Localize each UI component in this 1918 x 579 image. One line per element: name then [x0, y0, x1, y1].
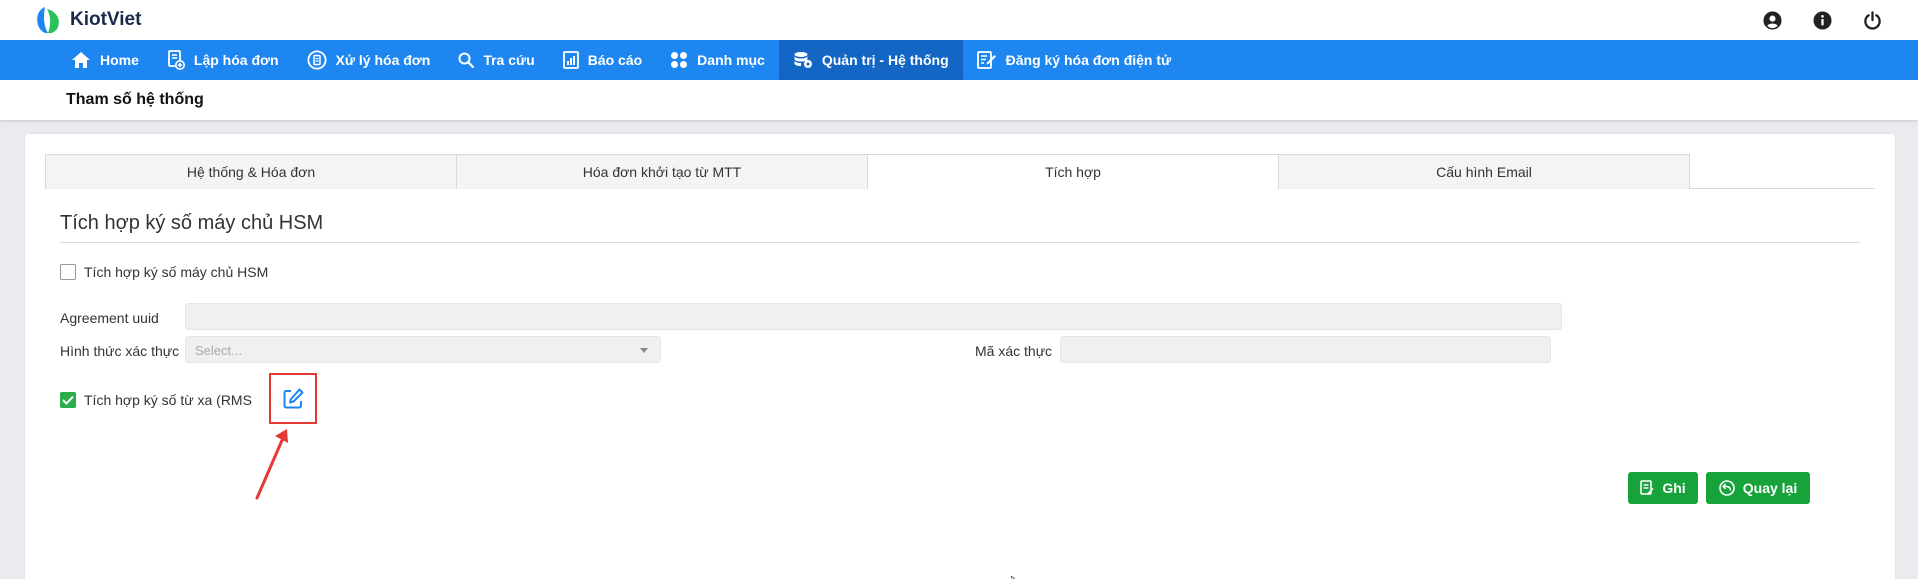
invoice-process-icon [307, 50, 327, 70]
rms-edit-button[interactable] [269, 373, 317, 424]
power-icon[interactable] [1860, 8, 1884, 32]
hsm-checkbox-label: Tích hợp ký số máy chủ HSM [84, 264, 269, 280]
back-button[interactable]: Quay lại [1706, 472, 1810, 504]
chevron-down-icon [640, 348, 648, 353]
user-circle-icon[interactable] [1760, 8, 1784, 32]
tab-integration[interactable]: Tích hợp [867, 154, 1279, 189]
section-divider [60, 242, 1860, 243]
auth-code-label: Mã xác thực [975, 343, 1053, 359]
kiotviet-logo-icon [34, 5, 64, 35]
save-button-label: Ghi [1662, 480, 1686, 496]
nav-lookup[interactable]: Tra cứu [444, 40, 548, 80]
save-doc-icon [1640, 480, 1654, 495]
nav-system-admin[interactable]: Quản trị - Hệ thống [778, 40, 963, 80]
home-icon [72, 52, 90, 68]
tab-email-config[interactable]: Cấu hình Email [1278, 154, 1690, 189]
brand-name: KiotViet [70, 9, 142, 30]
rms-checkbox-row: Tích hợp ký số từ xa (RMS [60, 392, 252, 408]
hsm-checkbox[interactable] [60, 264, 76, 280]
nav-reports[interactable]: Báo cáo [549, 40, 656, 80]
nav-home[interactable]: Home [57, 40, 153, 80]
page-title: Tham số hệ thống [66, 91, 204, 108]
nav-label: Quản trị - Hệ thống [821, 52, 949, 68]
auth-code-input[interactable] [1060, 336, 1551, 363]
auth-method-select[interactable]: Select... [185, 336, 661, 363]
invoice-add-icon [168, 50, 185, 70]
report-icon [562, 51, 579, 69]
page-header: Tham số hệ thống [0, 80, 1918, 120]
nav-label: Báo cáo [587, 52, 643, 68]
nav-label: Xử lý hóa đơn [335, 52, 431, 68]
nav-catalog[interactable]: Danh mục [656, 40, 779, 80]
edit-icon [283, 388, 303, 409]
nav-process-invoice[interactable]: Xử lý hóa đơn [293, 40, 445, 80]
search-icon [458, 52, 475, 68]
auth-method-placeholder: Select... [195, 343, 242, 358]
nav-label: Lập hóa đơn [193, 52, 279, 68]
agreement-uuid-input[interactable] [185, 303, 1562, 330]
kiotviet-logo[interactable]: KiotViet [34, 4, 141, 36]
back-circle-icon [1718, 480, 1735, 496]
hsm-checkbox-row: Tích hợp ký số máy chủ HSM [60, 264, 268, 280]
mouse-cursor-icon [1010, 571, 1019, 579]
settings-tabs: Hệ thống & Hóa đơn Hóa đơn khởi tạo từ M… [45, 154, 1875, 189]
auth-method-label: Hình thức xác thực [60, 343, 180, 359]
tab-mtt-invoice[interactable]: Hóa đơn khởi tạo từ MTT [456, 154, 868, 189]
nav-label: Danh mục [697, 52, 765, 68]
main-nav: Home Lập hóa đơn Xử lý hóa đơn Tra cứu B… [0, 40, 1918, 80]
agreement-uuid-label: Agreement uuid [60, 310, 159, 326]
nav-label: Home [100, 52, 139, 68]
nav-register-einvoice[interactable]: Đăng ký hóa đơn điện tử [963, 40, 1186, 80]
rms-checkbox[interactable] [60, 392, 76, 408]
checkmark-icon [62, 395, 74, 405]
grid-icon [671, 52, 688, 68]
register-icon [976, 51, 996, 69]
info-icon[interactable] [1810, 8, 1834, 32]
annotation-arrow [253, 428, 295, 507]
admin-icon [794, 52, 812, 68]
section-title: Tích hợp ký số máy chủ HSM [60, 212, 324, 234]
rms-checkbox-label: Tích hợp ký số từ xa (RMS [84, 392, 252, 408]
back-button-label: Quay lại [1742, 480, 1798, 496]
nav-create-invoice[interactable]: Lập hóa đơn [153, 40, 293, 80]
save-button[interactable]: Ghi [1628, 472, 1698, 504]
tab-system-invoice[interactable]: Hệ thống & Hóa đơn [45, 154, 457, 189]
nav-label: Tra cứu [483, 52, 535, 68]
top-bar: KiotViet [0, 0, 1918, 40]
nav-label: Đăng ký hóa đơn điện tử [1005, 52, 1172, 68]
settings-card: Hệ thống & Hóa đơn Hóa đơn khởi tạo từ M… [25, 134, 1895, 579]
